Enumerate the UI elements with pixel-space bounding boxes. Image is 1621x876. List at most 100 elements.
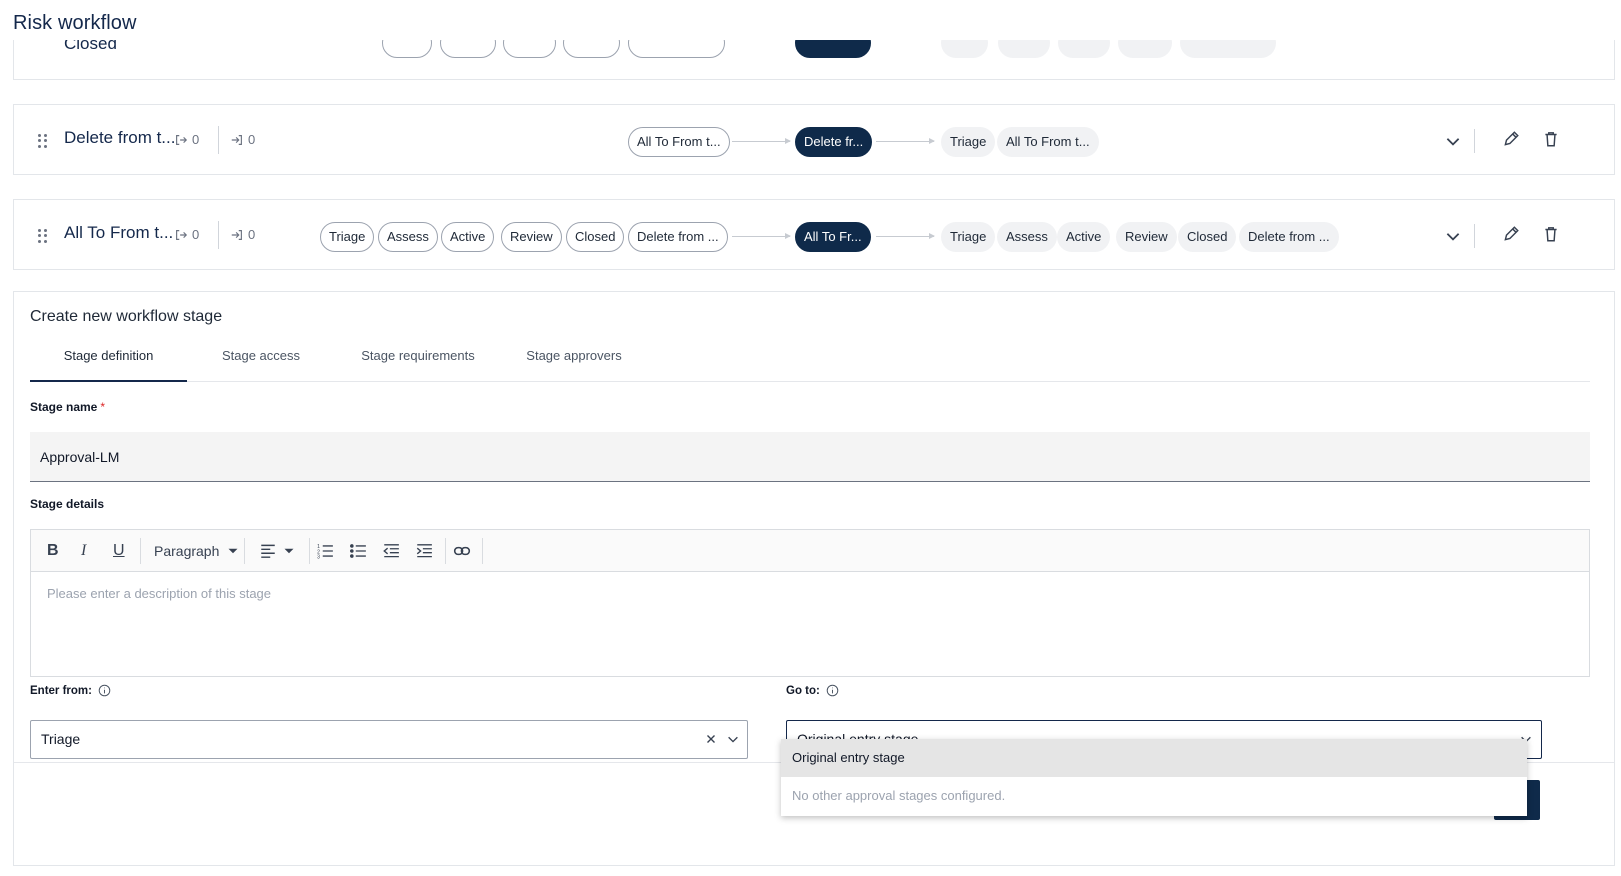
from-pill bbox=[563, 40, 620, 58]
to-pill bbox=[1180, 40, 1276, 58]
from-stage-pill: Closed bbox=[566, 222, 625, 252]
tab-stage-definition[interactable]: Stage definition bbox=[30, 342, 187, 382]
stage-row: Delete from t... 0 0 All To From t... De… bbox=[13, 104, 1615, 175]
stage-row-partial: Closed bbox=[13, 40, 1615, 80]
numbered-list-icon[interactable]: 123 bbox=[316, 541, 334, 561]
toolbar-divider bbox=[445, 538, 446, 564]
clear-x-icon[interactable] bbox=[704, 732, 718, 746]
to-stage-pill: Review bbox=[1116, 222, 1177, 252]
drag-handle-icon[interactable] bbox=[38, 229, 48, 243]
to-stage-pill: Delete from ... bbox=[1239, 222, 1339, 252]
from-stage-pill: Delete from ... bbox=[628, 222, 728, 252]
to-stage-pill: Closed bbox=[1178, 222, 1237, 252]
exit-count: 0 bbox=[174, 227, 199, 242]
stage-name[interactable]: Closed bbox=[64, 40, 117, 54]
exit-count: 0 bbox=[174, 132, 199, 147]
italic-icon[interactable]: I bbox=[81, 541, 86, 561]
dropdown-option[interactable]: Original entry stage bbox=[781, 739, 1527, 777]
bullet-list-icon[interactable] bbox=[349, 541, 367, 561]
delete-trash-icon[interactable] bbox=[1542, 130, 1560, 148]
from-stage-pill: Review bbox=[501, 222, 562, 252]
caret-down-icon bbox=[228, 548, 238, 554]
entry-count: 0 bbox=[230, 227, 255, 242]
delete-trash-icon[interactable] bbox=[1542, 225, 1560, 243]
stage-name-label: Stage name * bbox=[30, 400, 106, 414]
stage-row: All To From t... 0 0 Triage Assess Activ… bbox=[13, 199, 1615, 270]
stage-name-input[interactable] bbox=[30, 432, 1590, 482]
drag-handle-icon[interactable] bbox=[38, 134, 48, 148]
current-stage-pill: Delete fr... bbox=[795, 127, 873, 157]
paragraph-format-select[interactable]: Paragraph bbox=[154, 541, 239, 561]
page-title: Risk workflow bbox=[13, 12, 137, 34]
to-pill bbox=[1118, 40, 1172, 58]
info-icon[interactable] bbox=[98, 684, 111, 697]
current-stage-pill: All To Fr... bbox=[795, 222, 871, 252]
toolbar-divider bbox=[244, 538, 245, 564]
to-stage-pill: Assess bbox=[997, 222, 1057, 252]
to-stage-pill: All To From t... bbox=[997, 127, 1099, 157]
go-to-label: Go to: bbox=[786, 684, 839, 697]
entry-count: 0 bbox=[230, 132, 255, 147]
stage-name[interactable]: Delete from t... bbox=[64, 128, 175, 148]
to-stage-pill: Triage bbox=[941, 222, 996, 252]
flow-arrow bbox=[876, 233, 935, 239]
from-stage-pill: Assess bbox=[378, 222, 438, 252]
stage-details-label: Stage details bbox=[30, 497, 105, 511]
exit-arrow-icon bbox=[176, 229, 188, 240]
flow-arrow bbox=[876, 138, 935, 144]
expand-chevron-icon[interactable] bbox=[1444, 227, 1462, 245]
enter-from-select[interactable]: Triage bbox=[30, 720, 748, 759]
dropdown-empty-note: No other approval stages configured. bbox=[792, 788, 1006, 803]
bold-icon[interactable]: B bbox=[47, 541, 59, 561]
go-to-dropdown-menu: Original entry stage No other approval s… bbox=[781, 739, 1527, 816]
stage-details-textarea[interactable]: Please enter a description of this stage bbox=[31, 572, 1589, 615]
tab-stage-access[interactable]: Stage access bbox=[206, 342, 316, 382]
to-pill bbox=[1058, 40, 1110, 58]
divider bbox=[1474, 224, 1475, 248]
current-stage-pill bbox=[795, 40, 871, 58]
from-pill bbox=[382, 40, 432, 58]
enter-from-label: Enter from: bbox=[30, 684, 111, 697]
to-stage-pill: Triage bbox=[941, 127, 996, 157]
from-stage-pill: Active bbox=[441, 222, 495, 252]
from-pill bbox=[628, 40, 725, 58]
flow-arrow bbox=[732, 138, 791, 144]
underline-icon[interactable]: U bbox=[113, 541, 125, 561]
divider bbox=[218, 221, 219, 249]
to-pill bbox=[941, 40, 988, 58]
enter-arrow-icon bbox=[231, 229, 242, 240]
tab-stage-requirements[interactable]: Stage requirements bbox=[353, 342, 483, 382]
caret-down-icon bbox=[284, 548, 294, 554]
align-left-icon[interactable] bbox=[259, 541, 295, 561]
required-mark: * bbox=[100, 400, 106, 414]
flow-arrow bbox=[732, 233, 791, 239]
toolbar-divider bbox=[140, 538, 141, 564]
info-icon[interactable] bbox=[826, 684, 839, 697]
toolbar-divider bbox=[482, 538, 483, 564]
editor-toolbar: B I U Paragraph 123 bbox=[31, 530, 1589, 572]
link-icon[interactable] bbox=[453, 541, 471, 561]
indent-icon[interactable] bbox=[415, 541, 433, 561]
edit-pencil-icon[interactable] bbox=[1502, 225, 1520, 243]
create-stage-title: Create new workflow stage bbox=[30, 308, 223, 325]
from-pill bbox=[503, 40, 556, 58]
stage-name[interactable]: All To From t... bbox=[64, 223, 173, 243]
toolbar-divider bbox=[309, 538, 310, 564]
from-stage-pill: Triage bbox=[320, 222, 375, 252]
to-pill bbox=[998, 40, 1050, 58]
from-pill bbox=[440, 40, 496, 58]
chevron-down-icon[interactable] bbox=[726, 732, 740, 746]
divider bbox=[1474, 129, 1475, 153]
outdent-icon[interactable] bbox=[382, 541, 400, 561]
from-stage-pill: All To From t... bbox=[628, 127, 730, 157]
svg-text:3: 3 bbox=[317, 554, 320, 560]
to-stage-pill: Active bbox=[1057, 222, 1111, 252]
enter-arrow-icon bbox=[231, 134, 242, 145]
exit-arrow-icon bbox=[176, 134, 188, 145]
rich-text-editor: B I U Paragraph 123 Please enter a descr… bbox=[30, 529, 1590, 677]
tab-stage-approvers[interactable]: Stage approvers bbox=[515, 342, 633, 382]
stage-tabs: Stage definition Stage access Stage requ… bbox=[30, 342, 1590, 382]
expand-chevron-icon[interactable] bbox=[1444, 132, 1462, 150]
edit-pencil-icon[interactable] bbox=[1502, 130, 1520, 148]
divider bbox=[218, 126, 219, 154]
